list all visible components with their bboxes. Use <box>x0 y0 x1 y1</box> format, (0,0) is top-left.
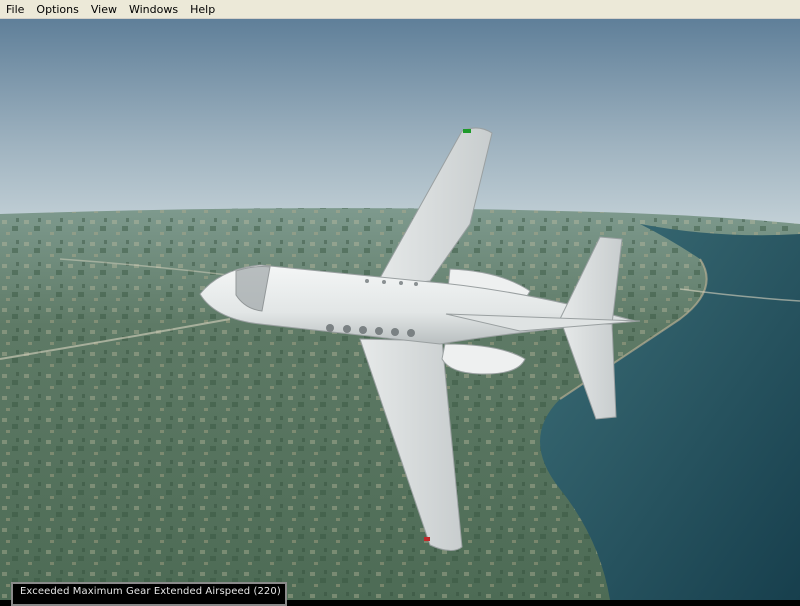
status-message-box: Exceeded Maximum Gear Extended Airspeed … <box>11 582 287 606</box>
wingtip-light-green <box>463 129 471 133</box>
status-message: Exceeded Maximum Gear Extended Airspeed … <box>20 586 281 597</box>
menu-help[interactable]: Help <box>184 0 221 19</box>
menu-windows[interactable]: Windows <box>123 0 184 19</box>
menu-file[interactable]: File <box>0 0 30 19</box>
menu-bar: File Options View Windows Help <box>0 0 800 19</box>
menu-options[interactable]: Options <box>30 0 84 19</box>
menu-view[interactable]: View <box>85 0 123 19</box>
3d-viewport[interactable] <box>0 19 800 600</box>
wingtip-light-red <box>424 537 430 541</box>
flight-scene <box>0 19 800 600</box>
flight-sim-window: File Options View Windows Help Exceeded … <box>0 0 800 606</box>
